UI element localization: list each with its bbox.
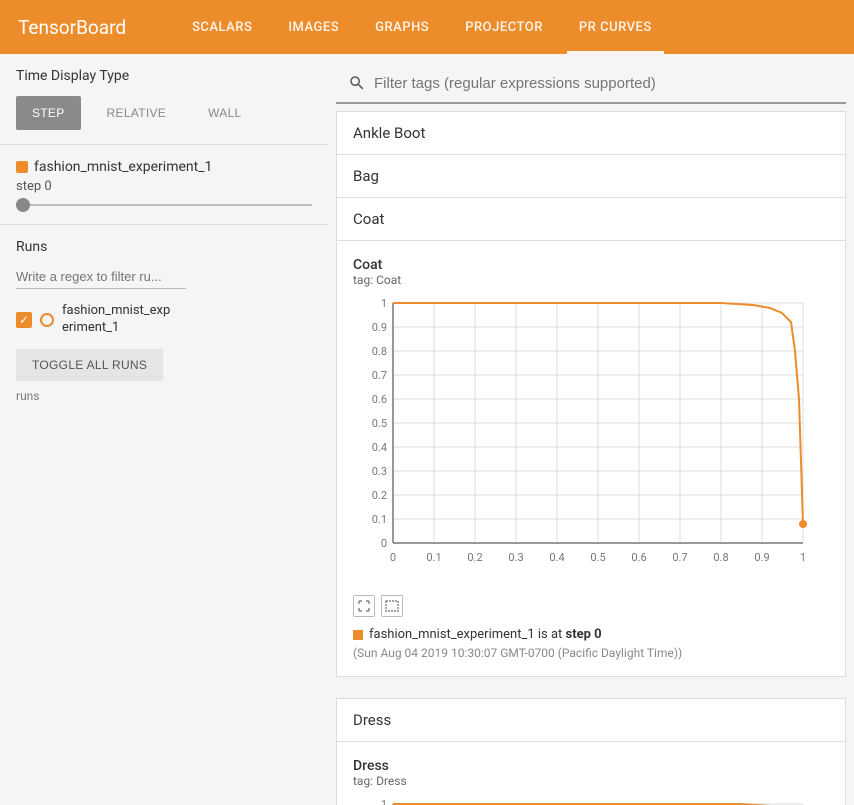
svg-text:0.6: 0.6 (372, 393, 387, 406)
run-label-row: fashion_mnist_experiment_1 (16, 159, 312, 175)
svg-text:0.5: 0.5 (590, 551, 605, 564)
run-name: fashion_mnist_experiment_1 (62, 303, 172, 337)
chart-card-coat: Coat tag: Coat 1 0.9 (336, 240, 846, 677)
pr-curve-svg: 10.90.8 (353, 796, 823, 805)
time-btn-relative[interactable]: RELATIVE (91, 96, 183, 130)
run-radio[interactable] (40, 313, 54, 327)
chart-coat: 1 0.9 0.8 0.7 0.6 0.5 0.4 0.3 0.2 0.1 0 0 0.1 0.2 0.3… (353, 295, 829, 585)
run-color-marker (16, 161, 28, 173)
chart-caption: fashion_mnist_experiment_1 is at step 0 (353, 627, 829, 642)
filter-bar (336, 64, 846, 104)
run-row: ✓ fashion_mnist_experiment_1 (16, 303, 312, 337)
svg-text:0.4: 0.4 (372, 441, 387, 454)
app-logo: TensorBoard (18, 16, 126, 39)
tag-header-dress[interactable]: Dress (336, 698, 846, 742)
tag-filter-input[interactable] (374, 75, 834, 92)
tag-header-bag[interactable]: Bag (336, 154, 846, 198)
expand-icon[interactable] (353, 595, 375, 617)
chart-title: Dress (353, 758, 829, 774)
caption-mid: is at (535, 627, 566, 642)
chart-subtitle: tag: Dress (353, 774, 829, 788)
runs-filter-input[interactable] (16, 265, 186, 289)
tab-projector[interactable]: PROJECTOR (447, 0, 561, 54)
time-btn-step[interactable]: STEP (16, 96, 81, 130)
svg-text:1: 1 (381, 798, 387, 805)
svg-text:0.8: 0.8 (372, 345, 387, 358)
svg-text:0.3: 0.3 (372, 465, 387, 478)
fit-icon[interactable] (381, 595, 403, 617)
slider-thumb[interactable] (16, 198, 30, 212)
tab-pr-curves[interactable]: PR CURVES (561, 0, 670, 54)
chart-title: Coat (353, 257, 829, 273)
tab-images[interactable]: IMAGES (270, 0, 357, 54)
pr-curve-svg: 1 0.9 0.8 0.7 0.6 0.5 0.4 0.3 0.2 0.1 0 0 0.1 0.2 0.3… (353, 295, 823, 585)
svg-text:0.9: 0.9 (754, 551, 769, 564)
runs-footer-link[interactable]: runs (16, 389, 312, 403)
divider (0, 224, 328, 225)
caption-color-marker (353, 630, 363, 640)
chart-subtitle: tag: Coat (353, 273, 829, 287)
chart-card-dress: Dress tag: Dress 10.90.8 (336, 741, 846, 805)
chart-tools (353, 595, 829, 617)
time-display-buttons: STEP RELATIVE WALL (16, 96, 312, 130)
chart-dress: 10.90.8 (353, 796, 829, 805)
time-btn-wall[interactable]: WALL (192, 96, 257, 130)
svg-text:0.1: 0.1 (372, 513, 387, 526)
svg-text:0.7: 0.7 (372, 369, 387, 382)
svg-text:0.3: 0.3 (508, 551, 523, 564)
runs-title: Runs (16, 239, 312, 255)
svg-text:0.5: 0.5 (372, 417, 387, 430)
svg-text:1: 1 (381, 297, 387, 310)
caption-run-name: fashion_mnist_experiment_1 (369, 627, 535, 642)
svg-text:0.2: 0.2 (467, 551, 482, 564)
svg-text:0: 0 (390, 551, 396, 564)
search-icon (348, 74, 366, 92)
tag-header-ankle-boot[interactable]: Ankle Boot (336, 111, 846, 155)
main-area: Time Display Type STEP RELATIVE WALL fas… (0, 54, 854, 805)
svg-text:0.7: 0.7 (672, 551, 687, 564)
svg-text:0: 0 (381, 537, 387, 550)
svg-text:0.2: 0.2 (372, 489, 387, 502)
run-checkbox[interactable]: ✓ (16, 312, 32, 328)
svg-text:0.1: 0.1 (426, 551, 441, 564)
tab-scalars[interactable]: SCALARS (174, 0, 270, 54)
time-display-label: Time Display Type (16, 68, 312, 84)
step-label: step 0 (16, 179, 312, 194)
tab-graphs[interactable]: GRAPHS (357, 0, 447, 54)
nav-tabs: SCALARS IMAGES GRAPHS PROJECTOR PR CURVE… (174, 0, 670, 54)
content-area: Ankle Boot Bag Coat Coat tag: Coat (328, 54, 854, 805)
svg-text:1: 1 (800, 551, 806, 564)
sidebar: Time Display Type STEP RELATIVE WALL fas… (0, 54, 328, 805)
svg-text:0.6: 0.6 (631, 551, 646, 564)
step-slider[interactable] (16, 204, 312, 206)
svg-text:0.8: 0.8 (713, 551, 728, 564)
svg-text:0.4: 0.4 (549, 551, 564, 564)
svg-text:0.9: 0.9 (372, 321, 387, 334)
chart-timestamp: (Sun Aug 04 2019 10:30:07 GMT-0700 (Paci… (353, 646, 829, 660)
divider (0, 144, 328, 145)
app-header: TensorBoard SCALARS IMAGES GRAPHS PROJEC… (0, 0, 854, 54)
tag-header-coat[interactable]: Coat (336, 197, 846, 241)
caption-step: step 0 (566, 627, 602, 642)
toggle-all-runs-button[interactable]: TOGGLE ALL RUNS (16, 349, 163, 381)
run-label-text: fashion_mnist_experiment_1 (34, 159, 212, 175)
